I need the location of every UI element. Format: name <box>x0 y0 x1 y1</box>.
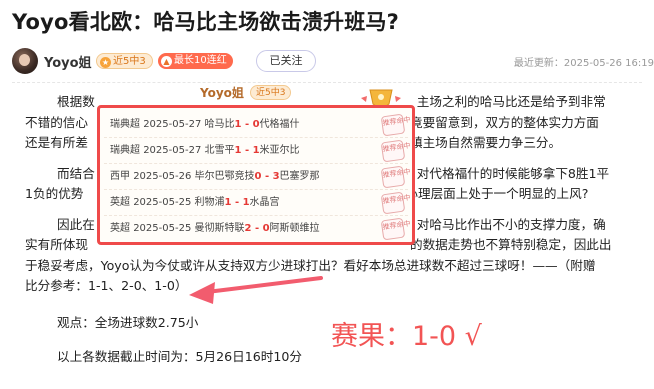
popup-streak-badge: 近5中3 <box>250 85 292 100</box>
match-score: 1 - 1 <box>234 145 260 156</box>
text-fragment: 不错的信心 <box>25 114 88 130</box>
match-home-team: 利物浦 <box>194 197 225 208</box>
match-away-team: 水晶宫 <box>249 197 280 208</box>
text-fragment: 对哈马比作出不小的支撑力度，确 <box>416 216 606 232</box>
text-fragment: 根据数 <box>57 94 95 109</box>
author-bar: Yoyo姐 ★ 近5中3 ▲ 最长10连红 已关注 最近更新：2025-05-26 … <box>12 48 654 74</box>
popup-header: Yoyo姐 近5中3 <box>178 82 328 104</box>
match-score: 0 - 3 <box>254 171 280 182</box>
result-annotation: 赛果：1-0 √ <box>331 321 482 352</box>
streak-badge: ★ 近5中3 <box>96 53 153 69</box>
streak-badge-label: 近5中3 <box>113 56 146 67</box>
hit-stamp: 推荐命中 <box>380 139 411 163</box>
text-fragment: 因此在 <box>57 216 95 232</box>
match-row[interactable]: 西甲 2025-05-26 毕尔巴鄂竞技0 - 3巴塞罗那 推荐命中 <box>104 164 411 190</box>
match-away-team: 代格福什 <box>259 119 300 130</box>
match-away-team: 巴塞罗那 <box>279 171 320 182</box>
longest-streak-badge: ▲ 最长10连红 <box>158 53 233 69</box>
follow-button[interactable]: 已关注 <box>256 50 316 72</box>
match-league: 瑞典超 <box>110 119 140 130</box>
match-league: 英超 <box>110 197 130 208</box>
text-fragment: 镇主场自然需要力争三分。 <box>409 135 562 150</box>
match-row[interactable]: 瑞典超 2025-05-27 哈马比1 - 0代格福什 推荐命中 <box>104 112 411 138</box>
score-reference: 比分参考：1-1、2-0、1-0） <box>25 278 188 293</box>
last-updated: 最近更新：2025-05-26 16:19 <box>513 58 654 69</box>
text-fragment: 对代格福什的时候能够拿下8胜1平 <box>416 165 610 181</box>
match-league: 英超 <box>110 223 130 234</box>
match-date: 2025-05-27 <box>143 145 202 156</box>
text-fragment: 的数据走势也不算特别稳定，因此出 <box>409 237 612 252</box>
hit-stamp: 推荐命中 <box>380 217 411 241</box>
match-row[interactable]: 英超 2025-05-25 利物浦1 - 1水晶宫 推荐命中 <box>104 190 411 216</box>
flame-icon: ▲ <box>161 56 172 67</box>
match-row[interactable]: 英超 2025-05-25 曼彻斯特联2 - 0阿斯顿维拉 推荐命中 <box>104 216 411 242</box>
text-fragment: 竟要留意到，双方的整体实力方面 <box>409 114 599 130</box>
hit-stamp: 推荐命中 <box>380 165 411 189</box>
match-home-team: 曼彻斯特联 <box>194 223 245 234</box>
match-date: 2025-05-27 <box>143 119 202 130</box>
match-score: 1 - 1 <box>224 197 250 208</box>
arrow-annotation <box>189 276 323 304</box>
match-home-team: 哈马比 <box>204 119 235 130</box>
avatar[interactable] <box>12 48 38 74</box>
match-league: 瑞典超 <box>110 145 140 156</box>
page-title: Yoyo看北欧：哈马比主场欲击溃升班马? <box>12 10 400 34</box>
author-name[interactable]: Yoyo姐 <box>44 52 92 71</box>
longest-streak-badge-label: 最长10连红 <box>174 55 227 66</box>
hit-stamp: 推荐命中 <box>380 191 411 215</box>
text-fragment: 1负的优势 <box>25 186 84 201</box>
match-score: 2 - 0 <box>244 223 270 234</box>
match-date: 2025-05-25 <box>133 197 192 208</box>
match-away-team: 阿斯顿维拉 <box>269 223 320 234</box>
match-home-team: 北雪平 <box>204 145 235 156</box>
text-fragment: 主场之利的哈马比还是给予到非常 <box>416 94 606 109</box>
medal-icon: ★ <box>100 57 111 68</box>
text-fragment: 而结合 <box>57 165 95 181</box>
match-date: 2025-05-26 <box>133 171 192 182</box>
match-home-team: 毕尔巴鄂竞技 <box>194 171 255 182</box>
match-away-team: 米亚尔比 <box>259 145 300 156</box>
match-row[interactable]: 瑞典超 2025-05-27 北雪平1 - 1米亚尔比 推荐命中 <box>104 138 411 164</box>
text-fragment: 实有所体现 <box>25 237 88 252</box>
recent-results-popup: 瑞典超 2025-05-27 哈马比1 - 0代格福什 推荐命中 瑞典超 2025-… <box>97 105 415 245</box>
match-score: 1 - 0 <box>234 119 260 130</box>
match-league: 西甲 <box>110 171 130 182</box>
hit-stamp: 推荐命中 <box>380 113 411 137</box>
text-fragment: 心理层面上处于一个明显的上风? <box>405 186 589 201</box>
match-date: 2025-05-25 <box>133 223 192 234</box>
text-fragment: 还是有所差 <box>25 135 88 150</box>
popup-title: Yoyo姐 <box>200 86 244 100</box>
